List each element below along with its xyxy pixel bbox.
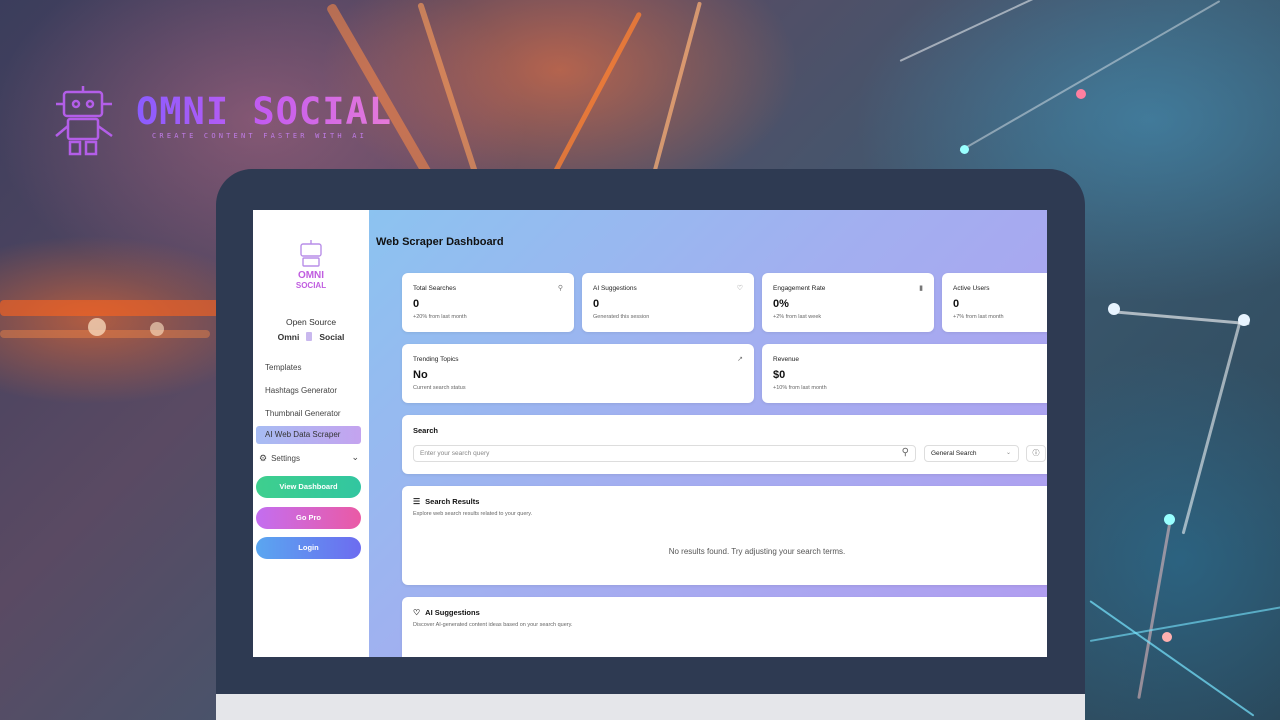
- stat-value: 0: [593, 298, 600, 310]
- lightbulb-icon: ♡: [736, 285, 743, 292]
- stat-label: Total Searches: [413, 285, 456, 292]
- laptop-base: [216, 694, 1085, 720]
- search-icon: ⚲: [557, 285, 563, 292]
- omni-text: Omni: [277, 332, 300, 342]
- chevron-down-icon: ⌄: [1005, 450, 1011, 456]
- sidebar-logo-line2: SOCIAL: [296, 281, 326, 290]
- ai-suggestions-title-text: AI Suggestions: [425, 608, 480, 617]
- robot-logo-icon: [55, 86, 113, 156]
- stat-value: $0: [773, 369, 786, 381]
- search-type-value: General Search: [931, 450, 977, 457]
- ai-suggestions-subtitle: Discover AI-generated content ideas base…: [413, 622, 573, 628]
- list-icon: ☰: [413, 497, 421, 506]
- stat-card-total-searches: Total Searches ⚲ 0 +20% from last month: [402, 273, 574, 332]
- stat-value: No: [413, 369, 428, 381]
- stat-sub: Generated this session: [593, 314, 650, 320]
- brand-tagline: CREATE CONTENT FASTER WITH AI: [152, 132, 368, 140]
- stat-card-revenue: Revenue $0 +10% from last month: [762, 344, 1047, 403]
- login-button[interactable]: Login: [256, 537, 361, 559]
- sidebar-logo-line1: OMNI: [298, 270, 324, 281]
- stat-sub: +10% from last month: [773, 385, 827, 391]
- stat-label: Trending Topics: [413, 356, 459, 363]
- stat-sub: +7% from last month: [953, 314, 1004, 320]
- search-icon[interactable]: ⚲: [902, 447, 909, 458]
- sidebar-settings-toggle[interactable]: ⚙ Settings ⌄: [259, 452, 359, 464]
- info-icon: ⓘ: [1032, 450, 1040, 457]
- ai-suggestions-title: ♡ AI Suggestions: [413, 608, 480, 617]
- stat-card-active-users: Active Users 0 +7% from last month: [942, 273, 1047, 332]
- sidebar: OMNI SOCIAL Open Source Omni Social Templ…: [253, 210, 369, 657]
- stat-card-ai-suggestions: AI Suggestions ♡ 0 Generated this sessio…: [582, 273, 754, 332]
- stat-value: 0: [953, 298, 960, 310]
- search-results-title-text: Search Results: [425, 497, 480, 506]
- stat-label: Revenue: [773, 356, 800, 363]
- omni-social-label: Omni Social: [253, 332, 369, 342]
- search-card: Search Enter your search query ⚲ General…: [402, 415, 1047, 474]
- search-results-subtitle: Explore web search results related to yo…: [413, 511, 533, 517]
- page-title: Web Scraper Dashboard: [376, 236, 504, 248]
- info-button[interactable]: ⓘ: [1026, 445, 1046, 462]
- stat-value: 0%: [773, 298, 789, 310]
- stat-card-trending-topics: Trending Topics ↗ No Current search stat…: [402, 344, 754, 403]
- search-title: Search: [413, 426, 439, 435]
- search-results-card: ☰ Search Results Explore web search resul…: [402, 486, 1047, 585]
- sidebar-item-templates[interactable]: Templates: [265, 363, 301, 372]
- view-dashboard-button[interactable]: View Dashboard: [256, 476, 361, 498]
- sidebar-logo[interactable]: OMNI SOCIAL: [291, 240, 331, 292]
- ai-suggestions-card: ♡ AI Suggestions Discover AI-generated co…: [402, 597, 1047, 657]
- stat-card-engagement-rate: Engagement Rate ▮ 0% +2% from last week: [762, 273, 934, 332]
- lightbulb-icon: ♡: [413, 608, 421, 617]
- social-text: Social: [319, 332, 345, 342]
- stat-label: Engagement Rate: [773, 285, 826, 292]
- trending-up-icon: ↗: [737, 356, 743, 363]
- gear-icon: ⚙: [259, 453, 268, 463]
- sidebar-item-ai-web-data-scraper[interactable]: AI Web Data Scraper: [256, 426, 361, 444]
- open-source-label: Open Source: [285, 317, 337, 327]
- search-type-select[interactable]: General Search ⌄: [924, 445, 1019, 462]
- robot-icon: OMNI SOCIAL: [296, 240, 326, 290]
- main-content: Web Scraper Dashboard Total Searches ⚲ 0…: [369, 210, 1047, 657]
- sidebar-item-thumbnail-generator[interactable]: Thumbnail Generator: [265, 409, 341, 418]
- sidebar-item-hashtags-generator[interactable]: Hashtags Generator: [265, 386, 337, 395]
- bar-chart-icon: ▮: [919, 285, 923, 292]
- stat-sub: +20% from last month: [413, 314, 467, 320]
- stat-label: Active Users: [953, 285, 990, 292]
- search-input[interactable]: Enter your search query ⚲: [413, 445, 916, 462]
- stat-sub: Current search status: [413, 385, 466, 391]
- stat-value: 0: [413, 298, 420, 310]
- brand-title: OMNI SOCIAL: [136, 90, 393, 133]
- stat-sub: +2% from last week: [773, 314, 822, 320]
- go-pro-button[interactable]: Go Pro: [256, 507, 361, 529]
- settings-label: Settings: [271, 454, 300, 463]
- stat-label: AI Suggestions: [593, 285, 637, 292]
- search-results-empty-message: No results found. Try adjusting your sea…: [668, 547, 846, 556]
- mini-robot-icon: [306, 332, 313, 341]
- search-results-title: ☰ Search Results: [413, 497, 479, 506]
- brand-logo: OMNI SOCIAL CREATE CONTENT FASTER WITH A…: [52, 84, 391, 156]
- app-screen: OMNI SOCIAL Open Source Omni Social Templ…: [253, 210, 1047, 657]
- search-placeholder: Enter your search query: [420, 450, 490, 457]
- chevron-down-icon: ⌄: [351, 452, 359, 462]
